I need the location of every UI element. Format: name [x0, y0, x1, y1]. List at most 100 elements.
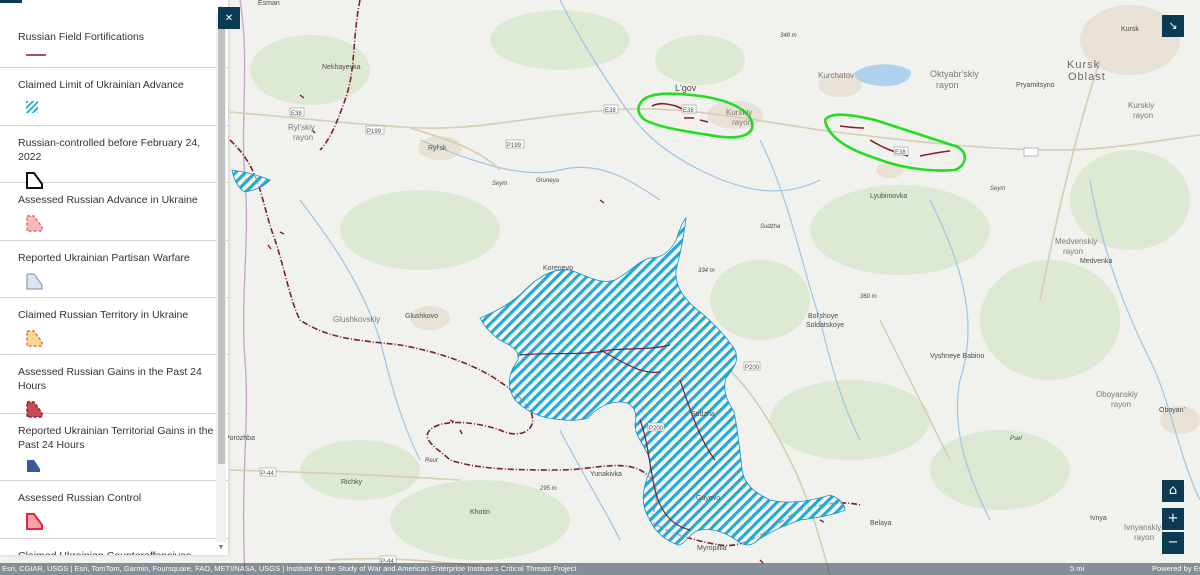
place-label: Kurskiy	[1128, 101, 1154, 110]
place-label: rayon	[1111, 400, 1131, 409]
road-label: P-44	[261, 471, 274, 477]
legend-item-label: Russian Field Fortifications	[18, 31, 145, 43]
legend-item-ukrainian-counteroffensives: Claimed Ukrainian Counteroffensives	[0, 539, 228, 555]
road-label: E38	[291, 111, 302, 117]
elevation-label: 334 m	[698, 268, 715, 274]
place-label: Esman	[258, 0, 280, 7]
legend-item-label: Assessed Russian Advance in Ukraine	[18, 194, 198, 206]
road-label: P200	[649, 426, 664, 432]
hatch-swatch	[26, 101, 38, 113]
river-label: Reut	[425, 458, 438, 464]
place-label: Ivnya	[1090, 515, 1107, 522]
legend-item-label: Claimed Russian Territory in Ukraine	[18, 309, 189, 321]
attribution-text: Esri, CGIAR, USGS | Esri, TomTom, Garmin…	[2, 564, 577, 573]
scale-bar-label: 5 mi	[1070, 564, 1085, 573]
place-label: rayon	[293, 133, 313, 142]
place-label: Kurchatov	[818, 71, 854, 80]
river-label: Seym	[492, 181, 507, 187]
partisan-swatch	[26, 273, 43, 290]
elevation-label: 360 m	[860, 294, 877, 300]
minus-icon: −	[1167, 535, 1179, 550]
place-label: Nekhayevka	[322, 64, 361, 71]
place-label: Ryl'sk	[428, 145, 447, 152]
place-label: Kursk	[1067, 59, 1100, 71]
legend-item-label: Assessed Russian Control	[18, 492, 142, 504]
zoom-out-button[interactable]: −	[1162, 532, 1184, 554]
home-button[interactable]: ⌂	[1162, 480, 1184, 502]
place-label: Kurskiy	[726, 108, 752, 117]
legend-item-ukrainian-gains-24h: Reported Ukrainian Territorial Gains in …	[0, 414, 228, 481]
river-label: Psel	[1010, 436, 1022, 442]
collapse-arrows-icon: ↘	[1168, 19, 1178, 32]
place-label: Khotin	[470, 509, 490, 516]
place-label: Oboyan'	[1159, 407, 1185, 414]
place-label: Oktyabr'skiy	[930, 69, 979, 79]
place-label: Oblast	[1068, 71, 1106, 83]
place-label: rayon	[1063, 247, 1083, 256]
legend-item-claimed-russian-territory: Claimed Russian Territory in Ukraine	[0, 298, 228, 355]
place-label: Medvenka	[1080, 258, 1112, 265]
place-label: Pryamitsyno	[1016, 82, 1055, 89]
scroll-down-arrow-icon[interactable]: ▼	[216, 543, 226, 553]
place-label: Yunakivka	[590, 471, 622, 478]
fortification-line-swatch	[26, 54, 46, 56]
place-label: rayon	[1134, 533, 1154, 542]
place-label: Richky	[341, 479, 363, 486]
legend-item-field-fortifications: Russian Field Fortifications	[0, 0, 228, 68]
place-label: rayon	[1133, 111, 1153, 120]
place-label: Glushkovskiy	[333, 315, 380, 324]
legend-item-label: Claimed Ukrainian Counteroffensives	[18, 539, 218, 555]
road-label: P199	[367, 129, 382, 135]
road-label: E38	[605, 108, 616, 114]
place-label: rayon	[732, 118, 752, 127]
elevation-label: 348 m	[780, 33, 797, 39]
collapse-button[interactable]: ↘	[1162, 15, 1184, 37]
place-label: Kursk	[1121, 26, 1139, 33]
road-label: E38	[683, 108, 694, 114]
legend-item-russian-control: Assessed Russian Control	[0, 481, 228, 539]
river-label: Sudzha	[760, 224, 781, 230]
close-legend-button[interactable]: ✕	[218, 7, 240, 29]
place-label: Guyevo	[696, 495, 720, 502]
place-label: Ryl'skiy	[288, 123, 315, 132]
road-label: E38	[895, 150, 906, 156]
place-label: Ivnyanskiy	[1124, 523, 1161, 532]
legend-item-partisan-warfare: Reported Ukrainian Partisan Warfare	[0, 241, 228, 298]
home-icon: ⌂	[1168, 483, 1178, 498]
road-label: P199	[507, 143, 522, 149]
legend-item-russian-gains-24h: Assessed Russian Gains in the Past 24 Ho…	[0, 355, 228, 418]
legend-item-label: Russian-controlled before February 24, 2…	[18, 137, 201, 163]
place-label: Korenevo	[543, 265, 573, 272]
russian-control-swatch	[26, 513, 43, 530]
river-label: Gruneya	[536, 178, 560, 184]
legend-item-label: Reported Ukrainian Partisan Warfare	[18, 252, 190, 264]
place-label: Oboyanskiy	[1096, 390, 1138, 399]
river-label: Seym	[990, 186, 1005, 192]
place-label: Myropillia	[697, 545, 727, 552]
advance-swatch	[26, 215, 43, 232]
place-label: Porozhba	[225, 435, 255, 442]
legend-item-label: Claimed Limit of Ukrainian Advance	[18, 79, 184, 91]
place-label: Sudzha	[691, 411, 715, 418]
place-label: Belaya	[870, 520, 892, 527]
place-label: Lyubimovka	[870, 193, 907, 200]
place-label: Medvenskiy	[1055, 237, 1097, 246]
place-label: Soldatskoye	[806, 322, 844, 329]
place-label: Vyshneye Babino	[930, 353, 984, 360]
legend-item-claimed-limit: Claimed Limit of Ukrainian Advance	[0, 68, 228, 126]
elevation-label: 295 m	[539, 486, 557, 492]
legend-item-russian-controlled-before: Russian-controlled before February 24, 2…	[0, 126, 228, 189]
legend-item-russian-advance: Assessed Russian Advance in Ukraine	[0, 183, 228, 241]
plus-icon: +	[1167, 511, 1179, 526]
close-icon: ✕	[224, 13, 234, 24]
legend-scrollbar-thumb[interactable]	[218, 20, 225, 464]
legend-item-label: Reported Ukrainian Territorial Gains in …	[18, 425, 214, 451]
road-label: P200	[745, 365, 760, 371]
zoom-in-button[interactable]: +	[1162, 508, 1184, 530]
legend-panel[interactable]: Russian Field Fortifications Claimed Lim…	[0, 0, 228, 555]
place-label: Bol'shoye	[808, 313, 838, 320]
place-label: rayon	[936, 80, 959, 90]
powered-by-link[interactable]: Powered by Esri	[1152, 563, 1200, 575]
legend-item-label: Assessed Russian Gains in the Past 24 Ho…	[18, 366, 202, 392]
ukrainian-gains-swatch	[27, 460, 40, 472]
